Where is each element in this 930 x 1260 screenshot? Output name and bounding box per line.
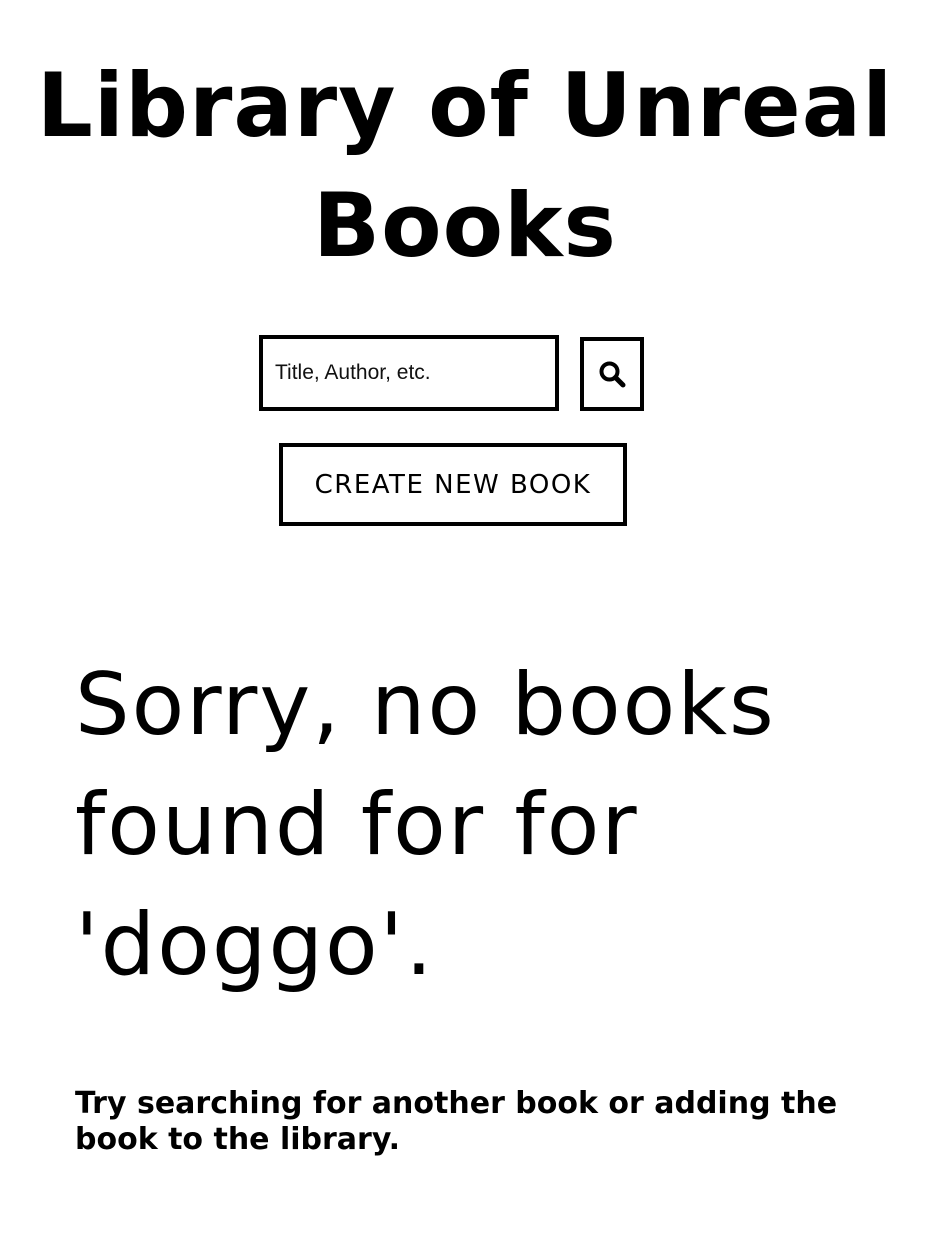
no-results-message: Sorry, no books found for for 'doggo'. — [75, 655, 776, 995]
create-new-book-button[interactable]: CREATE NEW BOOK — [279, 443, 627, 526]
search-hint: Try searching for another book or adding… — [75, 1086, 838, 1157]
search-button[interactable] — [580, 337, 644, 411]
site-title: Library of Unreal Books — [36, 54, 894, 277]
page: Library of Unreal Books CREATE NEW BOOK … — [0, 0, 930, 1260]
search-input[interactable] — [259, 335, 559, 411]
search-icon — [599, 361, 626, 388]
